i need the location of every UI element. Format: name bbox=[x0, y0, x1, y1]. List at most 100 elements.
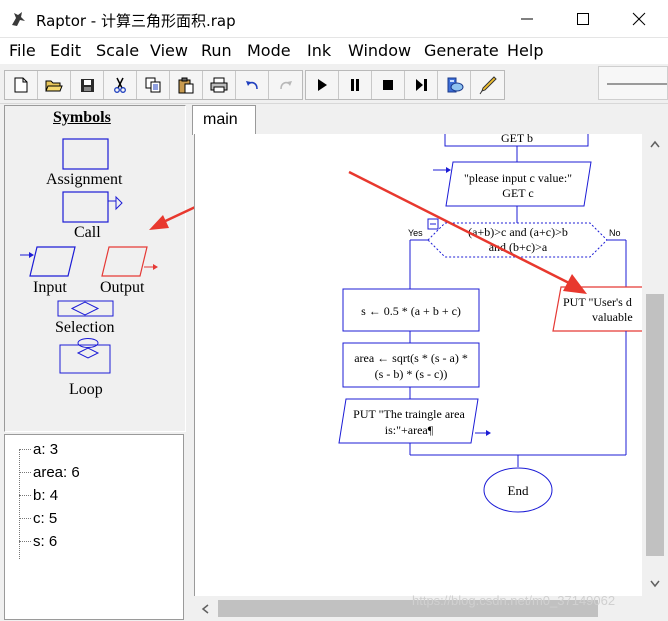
call-symbol[interactable] bbox=[62, 191, 124, 225]
maximize-button[interactable] bbox=[556, 0, 612, 38]
save-icon bbox=[80, 78, 94, 92]
minimize-button[interactable] bbox=[500, 0, 556, 38]
watermark: https://blog.csdn.net/m0_37149062 bbox=[412, 593, 616, 608]
input-label: Input bbox=[33, 279, 67, 296]
undo-button[interactable] bbox=[236, 71, 269, 99]
maximize-icon bbox=[577, 13, 589, 25]
print-button[interactable] bbox=[203, 71, 236, 99]
variable-row-c[interactable]: c: 5 bbox=[19, 510, 57, 527]
raptor-app-icon bbox=[12, 12, 25, 26]
get-b-text: GET b bbox=[501, 134, 533, 145]
scroll-up-icon[interactable] bbox=[650, 140, 660, 148]
test-server-icon bbox=[447, 77, 464, 93]
variable-row-s[interactable]: s: 6 bbox=[19, 533, 57, 550]
menu-edit[interactable]: Edit bbox=[50, 41, 81, 60]
new-file-icon bbox=[14, 77, 28, 93]
scroll-left-icon[interactable] bbox=[201, 604, 209, 614]
variable-value: 6 bbox=[71, 464, 80, 481]
variable-value: 5 bbox=[48, 510, 58, 527]
menu-window[interactable]: Window bbox=[348, 41, 411, 60]
execute-button[interactable] bbox=[306, 71, 339, 99]
variable-name: c bbox=[33, 510, 41, 527]
end-text: End bbox=[508, 483, 529, 498]
undo-icon bbox=[246, 81, 258, 90]
variable-row-area[interactable]: area: 6 bbox=[19, 464, 80, 481]
window-title: Raptor - 计算三角形面积.rap bbox=[36, 12, 236, 30]
cut-button[interactable] bbox=[104, 71, 137, 99]
menu-generate[interactable]: Generate bbox=[424, 41, 499, 60]
assign-s-text: s ← 0.5 * (a + b + c) bbox=[361, 304, 461, 318]
close-button[interactable] bbox=[612, 0, 668, 38]
input-c-prompt: "please input c value:" bbox=[464, 171, 572, 185]
output-symbol[interactable] bbox=[100, 245, 160, 279]
output-label: Output bbox=[100, 279, 145, 296]
toolbar-run-group bbox=[305, 70, 505, 100]
step-button[interactable] bbox=[405, 71, 438, 99]
save-button[interactable] bbox=[71, 71, 104, 99]
open-folder-icon bbox=[45, 80, 63, 91]
menu-file[interactable]: File bbox=[9, 41, 36, 60]
input-symbol[interactable] bbox=[19, 245, 79, 279]
pen-icon bbox=[479, 76, 497, 95]
vertical-scroll-thumb[interactable] bbox=[646, 294, 664, 556]
variable-row-a[interactable]: a: 3 bbox=[19, 441, 58, 458]
variable-value: 4 bbox=[49, 487, 59, 504]
assign-area-line1: area ← sqrt(s * (s - a) * bbox=[354, 351, 468, 365]
assign-s[interactable]: s ← 0.5 * (a + b + c) bbox=[342, 288, 480, 332]
menu-run[interactable]: Run bbox=[201, 41, 232, 60]
ink-pen-button[interactable] bbox=[471, 71, 504, 99]
variable-value: 3 bbox=[49, 441, 59, 458]
paste-button[interactable] bbox=[170, 71, 203, 99]
input-get-c[interactable]: "please input c value:" GET c bbox=[433, 161, 592, 207]
get-c-text: GET c bbox=[502, 186, 533, 200]
menu-ink[interactable]: Ink bbox=[307, 41, 331, 60]
redo-icon bbox=[279, 81, 292, 90]
pause-button[interactable] bbox=[339, 71, 372, 99]
output-area[interactable]: PUT "The traingle area is:"+area¶ bbox=[338, 398, 491, 444]
loop-symbol[interactable] bbox=[58, 337, 114, 377]
cut-icon bbox=[114, 77, 126, 93]
variable-row-b[interactable]: b: 4 bbox=[19, 487, 58, 504]
output-error[interactable]: PUT "User's d valuable bbox=[552, 286, 642, 332]
menu-bar: File Edit Scale View Run Mode Ink Window… bbox=[0, 38, 668, 64]
scroll-down-icon[interactable] bbox=[650, 580, 660, 588]
open-button[interactable] bbox=[38, 71, 71, 99]
menu-mode[interactable]: Mode bbox=[247, 41, 291, 60]
step-icon bbox=[415, 79, 427, 91]
paste-icon bbox=[178, 77, 194, 93]
output-error-line2: valuable bbox=[592, 310, 633, 324]
redo-button[interactable] bbox=[269, 71, 302, 99]
output-area-line1: PUT "The traingle area bbox=[353, 407, 465, 421]
tab-main[interactable]: main bbox=[192, 105, 256, 135]
loop-label: Loop bbox=[69, 381, 103, 398]
selection-symbol[interactable] bbox=[57, 299, 115, 319]
menu-scale[interactable]: Scale bbox=[96, 41, 139, 60]
selection-decision[interactable]: (a+b)>c and (a+c)>b and (b+c)>a Yes No bbox=[408, 218, 621, 258]
copy-button[interactable] bbox=[137, 71, 170, 99]
title-bar: Raptor - 计算三角形面积.rap bbox=[0, 0, 668, 38]
end-terminal[interactable]: End bbox=[483, 467, 553, 513]
flowchart-canvas[interactable]: GET b "please input c value:" GET c (a+b… bbox=[194, 134, 642, 596]
variable-name: area bbox=[33, 464, 64, 481]
menu-help[interactable]: Help bbox=[507, 41, 543, 60]
variable-name: a bbox=[33, 441, 42, 458]
scrollbar-corner bbox=[642, 596, 668, 621]
new-button[interactable] bbox=[5, 71, 38, 99]
tab-strip: main bbox=[188, 105, 668, 135]
menu-view[interactable]: View bbox=[150, 41, 188, 60]
copy-icon bbox=[145, 77, 161, 93]
selection-label: Selection bbox=[55, 319, 115, 336]
stop-button[interactable] bbox=[372, 71, 405, 99]
execution-speed-slider[interactable] bbox=[598, 66, 668, 100]
variables-watch-panel: a: 3 area: 6 b: 4 c: 5 s: 6 bbox=[4, 434, 184, 620]
output-error-line1: PUT "User's d bbox=[563, 295, 632, 309]
test-server-button[interactable] bbox=[438, 71, 471, 99]
assignment-symbol[interactable] bbox=[62, 138, 110, 170]
condition-line1: (a+b)>c and (a+c)>b bbox=[468, 225, 568, 239]
minimize-icon bbox=[521, 18, 533, 20]
toolbar-file-group bbox=[4, 70, 303, 100]
assign-area[interactable]: area ← sqrt(s * (s - a) * (s - b) * (s -… bbox=[342, 342, 480, 388]
vertical-scrollbar[interactable] bbox=[642, 134, 668, 596]
input-get-b[interactable]: GET b bbox=[444, 134, 589, 147]
symbols-panel: Symbols Assignment Call Input Output Sel… bbox=[4, 105, 254, 432]
